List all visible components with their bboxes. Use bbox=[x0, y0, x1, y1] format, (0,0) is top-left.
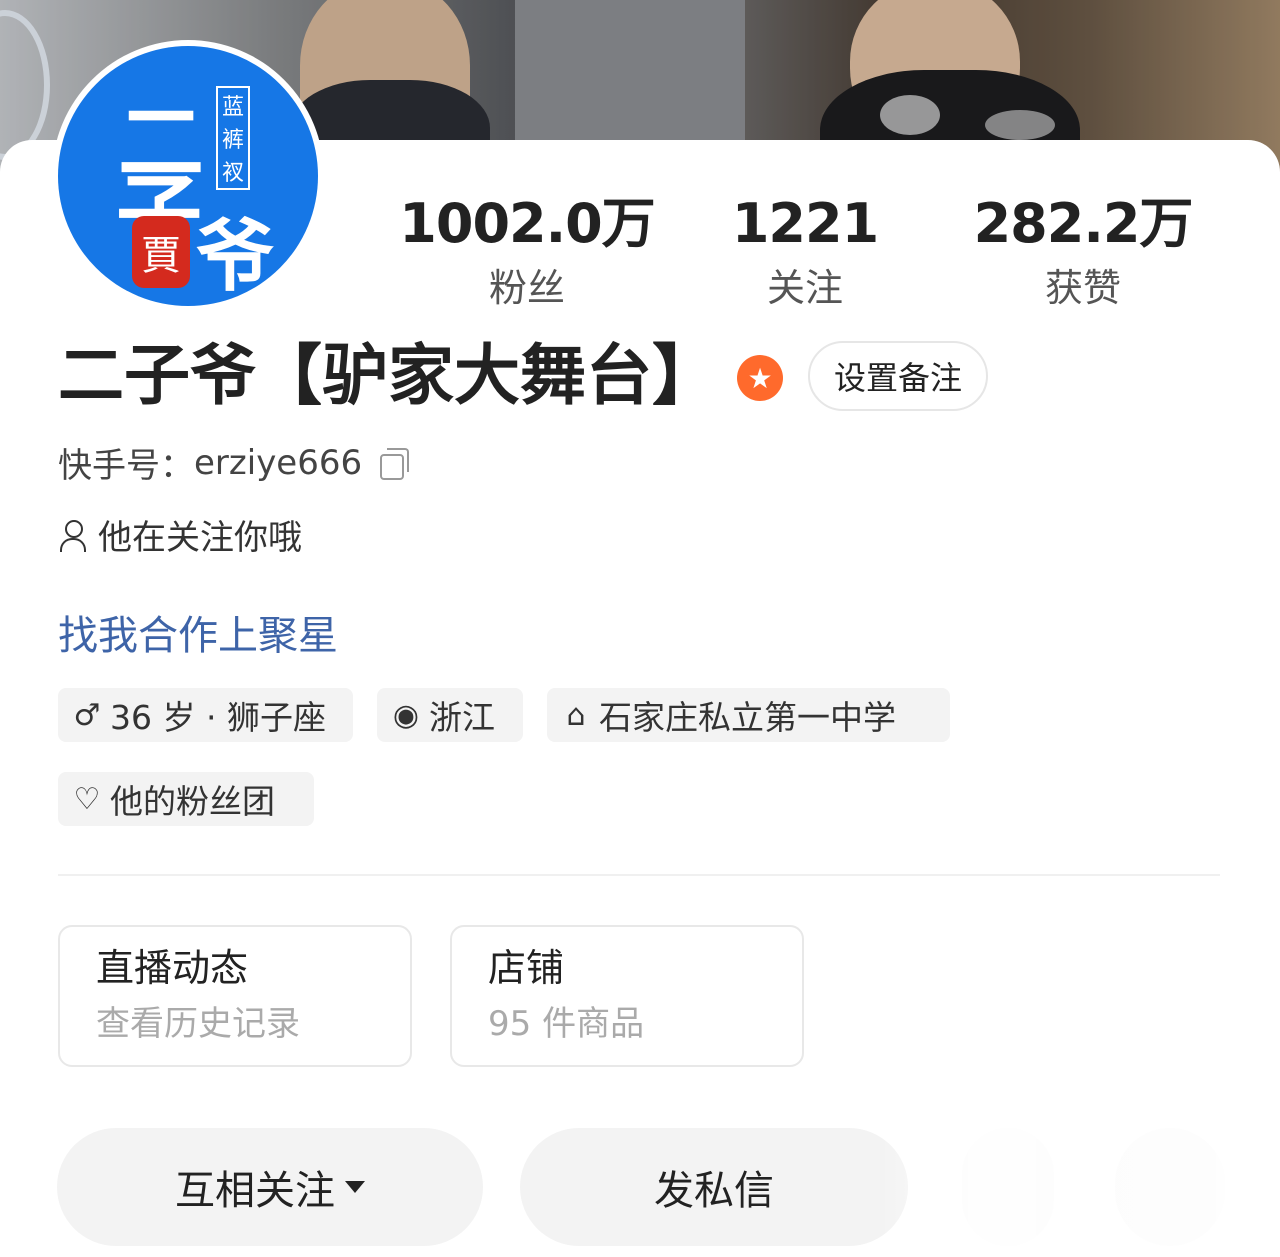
mutual-follow-label: 互相关注 bbox=[175, 1168, 335, 1214]
shop-card-subtitle: 95 件商品 bbox=[488, 1004, 645, 1044]
avatar-image: 二 子 爷 蓝 裤 衩 賈 bbox=[58, 46, 318, 306]
send-message-button[interactable]: 发私信 bbox=[520, 1128, 908, 1246]
stat-likes-value: 282.2万 bbox=[973, 192, 1194, 255]
avatar-char: 爷 bbox=[196, 211, 275, 302]
avatar-vertical-text: 蓝 裤 衩 bbox=[216, 86, 250, 190]
fan-club-tag[interactable]: ♡ 他的粉丝团 bbox=[58, 772, 314, 826]
tag-school-text: 石家庄私立第一中学 bbox=[599, 698, 896, 737]
set-remark-button[interactable]: 设置备注 bbox=[808, 341, 988, 411]
copy-icon[interactable] bbox=[380, 447, 410, 480]
stat-following[interactable]: 1221 关注 bbox=[675, 192, 935, 310]
stat-following-value: 1221 bbox=[731, 192, 879, 255]
user-id-label: 快手号： bbox=[58, 446, 194, 486]
send-message-label: 发私信 bbox=[654, 1168, 774, 1214]
tag-age-text: 36 岁 · 狮子座 bbox=[110, 698, 326, 737]
user-id-row: 快手号： erziye666 bbox=[58, 438, 410, 487]
person-icon bbox=[58, 518, 88, 552]
divider bbox=[58, 874, 1220, 876]
avatar-seal: 賈 bbox=[132, 216, 190, 288]
live-card-title: 直播动态 bbox=[96, 946, 249, 990]
fan-club-text: 他的粉丝团 bbox=[110, 782, 275, 821]
mutual-follow-button[interactable]: 互相关注 bbox=[57, 1128, 483, 1246]
tag-school: ⌂ 石家庄私立第一中学 bbox=[547, 688, 950, 742]
shop-card[interactable]: 店铺 95 件商品 bbox=[450, 925, 804, 1067]
tag-location-text: 浙江 bbox=[429, 698, 495, 737]
scroll-fade bbox=[880, 1120, 1280, 1257]
follows-you-text: 他在关注你哦 bbox=[98, 518, 302, 558]
stat-likes[interactable]: 282.2万 获赞 bbox=[953, 192, 1213, 310]
shop-card-title: 店铺 bbox=[488, 946, 565, 990]
follows-you-notice: 他在关注你哦 bbox=[58, 510, 302, 559]
tag-location: ◉ 浙江 bbox=[377, 688, 523, 742]
live-card-subtitle: 查看历史记录 bbox=[96, 1004, 300, 1044]
stat-likes-label: 获赞 bbox=[1044, 266, 1121, 310]
location-pin-icon: ◉ bbox=[392, 697, 420, 733]
user-id-value: erziye666 bbox=[194, 442, 363, 483]
star-icon[interactable]: ★ bbox=[737, 355, 783, 401]
stat-fans-value: 1002.0万 bbox=[399, 192, 655, 255]
stat-fans[interactable]: 1002.0万 粉丝 bbox=[397, 192, 657, 310]
live-history-card[interactable]: 直播动态 查看历史记录 bbox=[58, 925, 412, 1067]
heart-icon: ♡ bbox=[73, 781, 101, 817]
graduation-cap-icon: ⌂ bbox=[566, 697, 586, 733]
profile-name: 二子爷【驴家大舞台】 bbox=[58, 337, 718, 414]
stat-following-label: 关注 bbox=[766, 266, 843, 310]
avatar[interactable]: 二 子 爷 蓝 裤 衩 賈 bbox=[52, 40, 324, 312]
caret-down-icon bbox=[345, 1181, 365, 1193]
tag-age: ♂ 36 岁 · 狮子座 bbox=[58, 688, 353, 742]
male-icon: ♂ bbox=[73, 697, 101, 733]
cooperation-link[interactable]: 找我合作上聚星 bbox=[58, 603, 338, 661]
stat-fans-label: 粉丝 bbox=[488, 266, 565, 310]
